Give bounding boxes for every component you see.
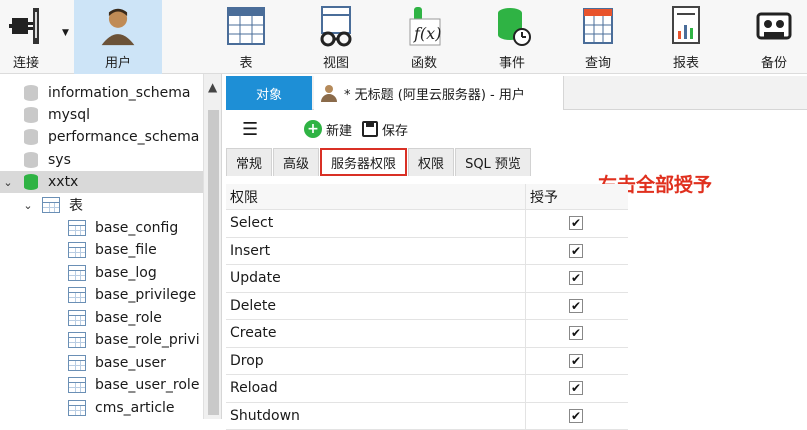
database-icon — [24, 129, 38, 145]
table-row[interactable]: Delete ✔ — [226, 293, 628, 321]
tab-general[interactable]: 常规 — [226, 148, 272, 176]
tab-privileges[interactable]: 权限 — [408, 148, 454, 176]
table-icon — [68, 287, 86, 303]
toolbar-connect-button[interactable]: 连接 — [0, 0, 52, 74]
tree-item-table[interactable]: base_privilege — [68, 284, 196, 306]
main-toolbar: 连接 ▼ 用户 表 视图 f(x) 函数 事件 查询 — [0, 0, 807, 74]
backup-icon — [754, 4, 794, 48]
grant-checkbox[interactable]: ✔ — [569, 354, 583, 368]
tree-item-xxtx[interactable]: ⌄ xxtx — [0, 171, 203, 193]
chevron-down-icon[interactable]: ⌄ — [0, 176, 16, 189]
tree-item-mysql[interactable]: mysql — [24, 104, 90, 126]
tab-server-privileges[interactable]: 服务器权限 — [320, 148, 407, 176]
server-privileges-grid: 权限 授予 Select ✔ Insert ✔ Update ✔ Delete … — [226, 184, 628, 430]
save-icon — [362, 121, 378, 137]
scroll-up-icon[interactable]: ▲ — [208, 80, 217, 94]
toolbar-report-button[interactable]: 报表 — [654, 0, 718, 74]
tab-advanced[interactable]: 高级 — [273, 148, 319, 176]
grant-checkbox[interactable]: ✔ — [569, 409, 583, 423]
database-icon — [24, 174, 38, 190]
table-icon — [68, 332, 86, 348]
scrollbar-thumb[interactable] — [208, 110, 219, 415]
grid-header: 权限 授予 — [226, 184, 628, 210]
column-header-grant[interactable]: 授予 — [526, 184, 628, 209]
table-row[interactable]: Update ✔ — [226, 265, 628, 293]
table-row[interactable]: Drop ✔ — [226, 348, 628, 376]
tree-item-table[interactable]: base_role_privi — [68, 329, 200, 351]
tree-item-table[interactable]: base_config — [68, 217, 178, 239]
save-button[interactable]: 保存 — [362, 120, 408, 139]
tree-item-table[interactable]: cms_article — [68, 397, 175, 419]
database-icon — [24, 152, 38, 168]
tree-item-table[interactable]: base_log — [68, 262, 157, 284]
query-icon — [578, 4, 618, 48]
document-tabbar: 对象 * 无标题 (阿里云服务器) - 用户 — [226, 76, 807, 110]
new-button[interactable]: + 新建 — [304, 120, 352, 139]
event-icon — [492, 4, 532, 48]
toolbar-query-button[interactable]: 查询 — [566, 0, 630, 74]
grant-checkbox[interactable]: ✔ — [569, 216, 583, 230]
tab-untitled-user[interactable]: * 无标题 (阿里云服务器) - 用户 — [314, 76, 564, 110]
tree-item-sys[interactable]: sys — [24, 149, 71, 171]
toolbar-event-button[interactable]: 事件 — [480, 0, 544, 74]
grant-checkbox[interactable]: ✔ — [569, 244, 583, 258]
grant-checkbox[interactable]: ✔ — [569, 326, 583, 340]
chevron-down-icon[interactable]: ⌄ — [20, 199, 36, 212]
column-header-privilege[interactable]: 权限 — [226, 184, 526, 209]
toolbar-user-button[interactable]: 用户 — [74, 0, 162, 74]
table-icon — [68, 400, 86, 416]
tree-item-table[interactable]: base_role — [68, 307, 162, 329]
function-icon: f(x) — [404, 4, 444, 48]
tree-scrollbar[interactable]: ▲ — [203, 74, 222, 419]
table-row[interactable]: Insert ✔ — [226, 238, 628, 266]
table-icon — [68, 377, 86, 393]
table-icon — [226, 4, 266, 48]
hamburger-menu-icon[interactable]: ☰ — [242, 119, 264, 140]
tree-item-information-schema[interactable]: information_schema — [24, 82, 191, 104]
table-icon — [68, 220, 86, 236]
table-icon — [68, 265, 86, 281]
plug-icon — [6, 4, 46, 48]
tree-item-tables[interactable]: ⌄ 表 — [20, 194, 83, 216]
user-icon — [320, 84, 338, 102]
table-row[interactable]: Reload ✔ — [226, 375, 628, 403]
grant-checkbox[interactable]: ✔ — [569, 299, 583, 313]
svg-text:f(x): f(x) — [413, 24, 441, 43]
view-icon — [316, 4, 356, 48]
connect-dropdown-arrow[interactable]: ▼ — [62, 28, 69, 38]
tab-sql-preview[interactable]: SQL 预览 — [455, 148, 531, 176]
table-row[interactable]: Create ✔ — [226, 320, 628, 348]
grant-checkbox[interactable]: ✔ — [569, 271, 583, 285]
tree-item-table[interactable]: base_user_role — [68, 374, 199, 396]
table-icon — [42, 197, 60, 213]
grant-checkbox[interactable]: ✔ — [569, 381, 583, 395]
toolbar-view-button[interactable]: 视图 — [304, 0, 368, 74]
tab-objects[interactable]: 对象 — [226, 76, 312, 110]
toolbar-table-button[interactable]: 表 — [214, 0, 278, 74]
table-icon — [68, 242, 86, 258]
database-icon — [24, 107, 38, 123]
table-row[interactable]: Shutdown ✔ — [226, 403, 628, 430]
toolbar-function-button[interactable]: f(x) 函数 — [392, 0, 456, 74]
table-row[interactable]: Select ✔ — [226, 210, 628, 238]
tree-item-table[interactable]: base_user — [68, 352, 166, 374]
database-icon — [24, 85, 38, 101]
table-icon — [68, 355, 86, 371]
report-icon — [666, 4, 706, 48]
tree-item-table[interactable]: base_file — [68, 239, 157, 261]
user-subtabs: 常规 高级 服务器权限 权限 SQL 预览 — [226, 148, 576, 176]
tree-item-performance-schema[interactable]: performance_schema — [24, 126, 199, 148]
editor-actions: ☰ + 新建 保存 — [226, 112, 807, 146]
user-icon — [98, 4, 138, 48]
plus-icon: + — [304, 120, 322, 138]
database-tree: information_schema mysql performance_sch… — [0, 74, 222, 419]
table-icon — [68, 310, 86, 326]
toolbar-backup-button[interactable]: 备份 — [742, 0, 806, 74]
